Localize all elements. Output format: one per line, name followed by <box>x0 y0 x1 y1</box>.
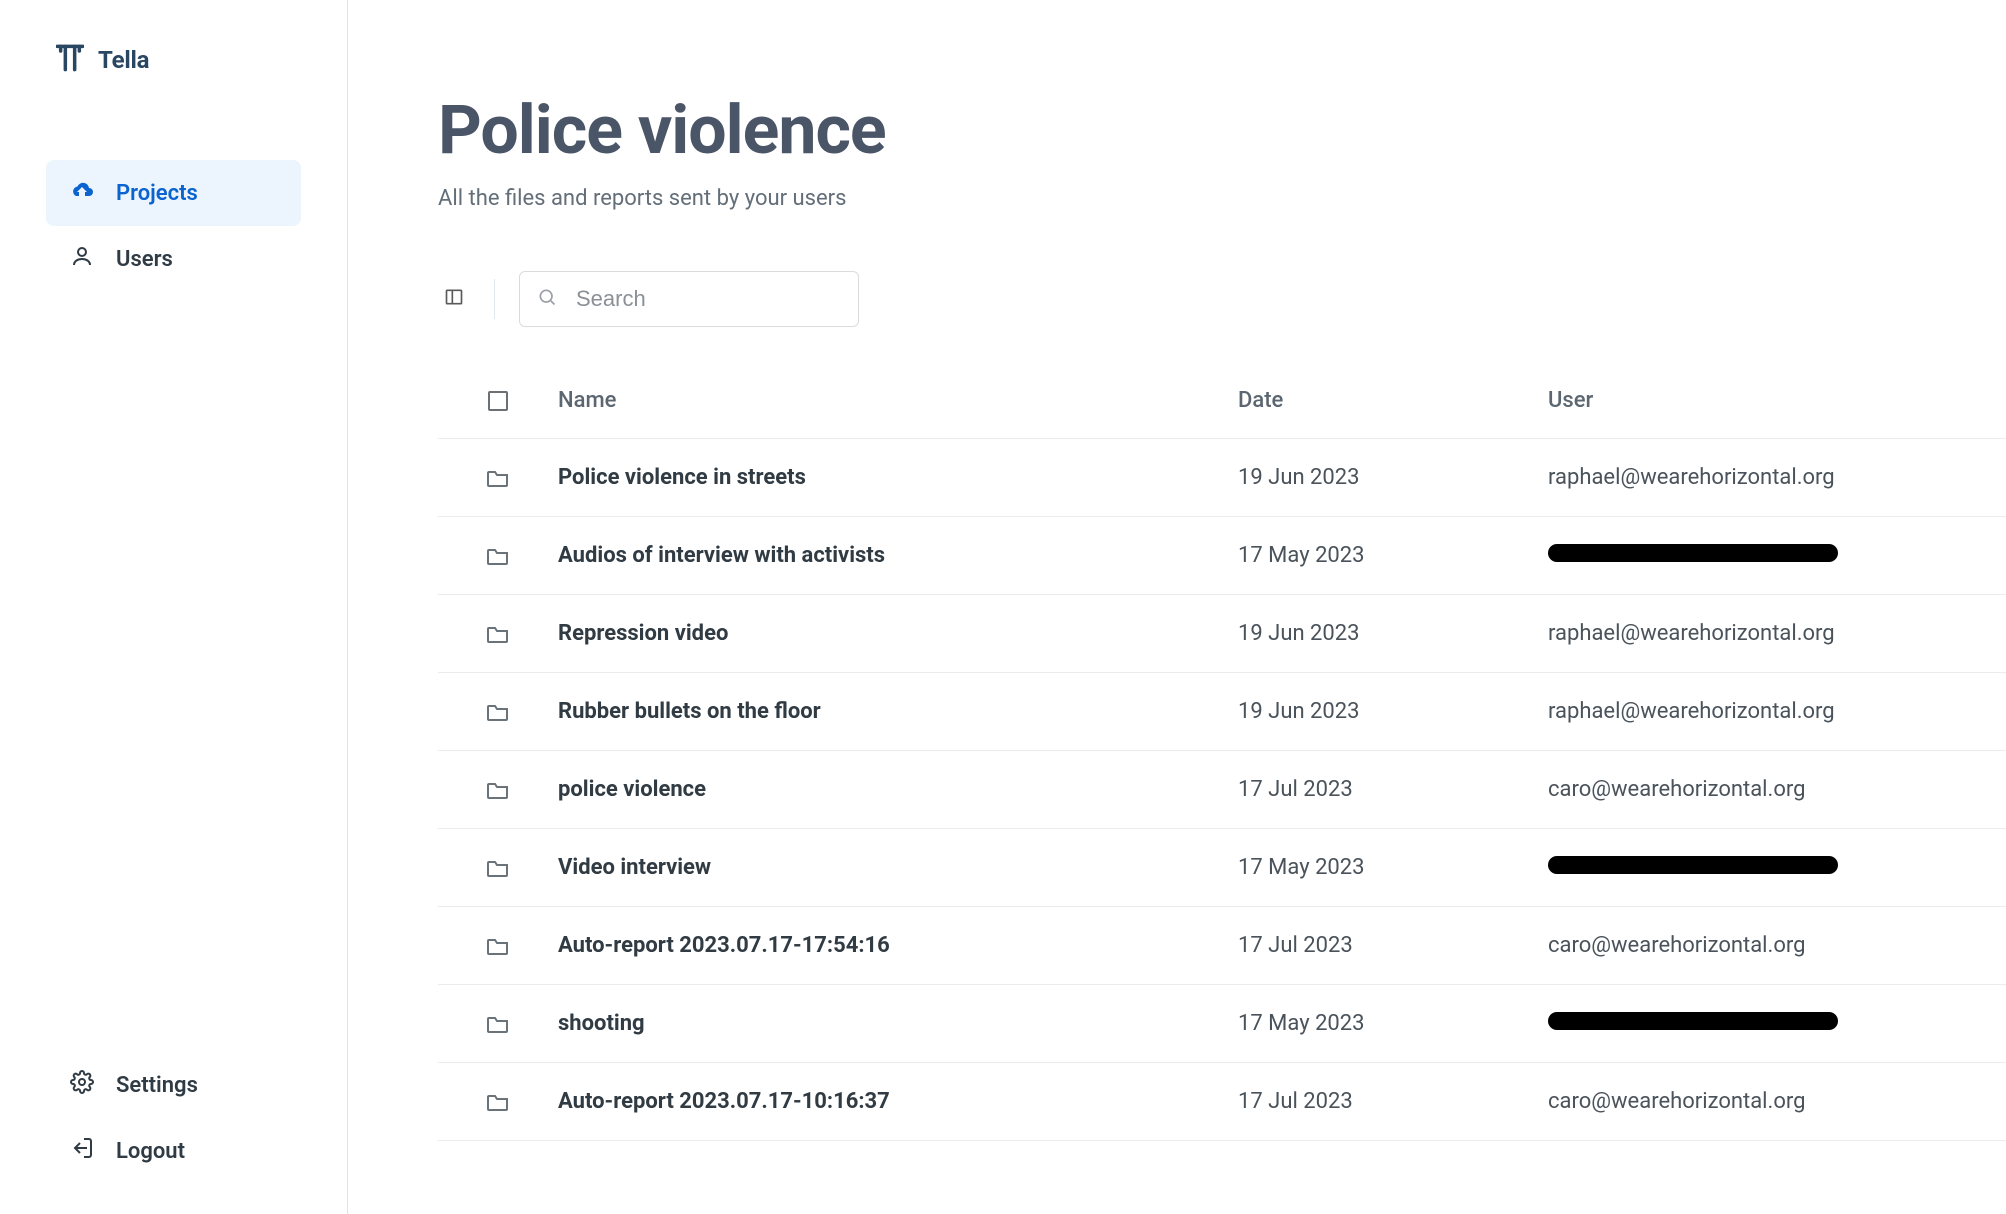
folder-icon <box>438 1092 558 1112</box>
row-date: 17 Jul 2023 <box>1238 777 1548 802</box>
brand: Tella <box>0 40 347 160</box>
cloud-upload-icon <box>70 178 94 208</box>
sidebar-item-label: Logout <box>116 1139 185 1164</box>
row-date: 17 May 2023 <box>1238 1011 1548 1036</box>
table-row[interactable]: Audios of interview with activists17 May… <box>438 517 2006 595</box>
row-user: raphael@wearehorizontal.org <box>1548 621 2006 646</box>
table-header: Name Date User <box>438 363 2006 439</box>
sidebar-item-projects[interactable]: Projects <box>46 160 301 226</box>
main-content: Police violence All the files and report… <box>348 0 2006 1214</box>
gear-icon <box>70 1070 94 1100</box>
sidebar: Tella Projects Users Settings L <box>0 0 348 1214</box>
row-date: 17 Jul 2023 <box>1238 1089 1548 1114</box>
folder-icon <box>438 936 558 956</box>
search-input[interactable] <box>519 271 859 327</box>
row-user: raphael@wearehorizontal.org <box>1548 699 2006 724</box>
folder-icon <box>438 624 558 644</box>
row-date: 19 Jun 2023 <box>1238 621 1548 646</box>
redacted-text <box>1548 544 1838 562</box>
table-row[interactable]: Rubber bullets on the floor19 Jun 2023ra… <box>438 673 2006 751</box>
row-name: Auto-report 2023.07.17-10:16:37 <box>558 1089 1238 1114</box>
folder-icon <box>438 858 558 878</box>
row-name: Rubber bullets on the floor <box>558 699 1238 724</box>
redacted-text <box>1548 856 1838 874</box>
table-row[interactable]: shooting17 May 2023 <box>438 985 2006 1063</box>
sidebar-item-logout[interactable]: Logout <box>46 1118 301 1184</box>
row-date: 19 Jun 2023 <box>1238 699 1548 724</box>
sidebar-item-users[interactable]: Users <box>46 226 301 292</box>
toolbar <box>438 271 2006 327</box>
row-name: Police violence in streets <box>558 465 1238 490</box>
sidebar-item-label: Projects <box>116 181 198 206</box>
search-icon <box>537 287 557 311</box>
nav-bottom: Settings Logout <box>0 1052 347 1184</box>
logout-icon <box>70 1136 94 1166</box>
header-name[interactable]: Name <box>558 388 1238 413</box>
table-body: Police violence in streets19 Jun 2023rap… <box>438 439 2006 1141</box>
redacted-text <box>1548 1012 1838 1030</box>
folder-icon <box>438 546 558 566</box>
toolbar-divider <box>494 279 495 319</box>
row-user: raphael@wearehorizontal.org <box>1548 465 2006 490</box>
row-user <box>1548 1011 2006 1036</box>
row-name: Auto-report 2023.07.17-17:54:16 <box>558 933 1238 958</box>
brand-logo-icon <box>56 40 84 80</box>
row-name: police violence <box>558 777 1238 802</box>
header-user[interactable]: User <box>1548 388 2006 413</box>
row-date: 17 Jul 2023 <box>1238 933 1548 958</box>
row-name: Audios of interview with activists <box>558 543 1238 568</box>
row-user <box>1548 855 2006 880</box>
row-date: 19 Jun 2023 <box>1238 465 1548 490</box>
table-row[interactable]: Police violence in streets19 Jun 2023rap… <box>438 439 2006 517</box>
folder-icon <box>438 780 558 800</box>
folder-icon <box>438 702 558 722</box>
brand-name: Tella <box>98 46 149 74</box>
panel-toggle-button[interactable] <box>438 283 470 315</box>
row-user: caro@wearehorizontal.org <box>1548 777 2006 802</box>
sidebar-item-label: Users <box>116 247 173 272</box>
row-user: caro@wearehorizontal.org <box>1548 933 2006 958</box>
table-row[interactable]: police violence17 Jul 2023caro@wearehori… <box>438 751 2006 829</box>
folder-icon <box>438 1014 558 1034</box>
row-user <box>1548 543 2006 568</box>
folder-icon <box>438 468 558 488</box>
page-title: Police violence <box>438 90 2006 170</box>
file-table: Name Date User Police violence in street… <box>438 363 2006 1141</box>
row-name: Video interview <box>558 855 1238 880</box>
table-row[interactable]: Video interview17 May 2023 <box>438 829 2006 907</box>
row-name: shooting <box>558 1011 1238 1036</box>
row-name: Repression video <box>558 621 1238 646</box>
nav-main: Projects Users <box>0 160 347 292</box>
row-user: caro@wearehorizontal.org <box>1548 1089 2006 1114</box>
sidebar-item-settings[interactable]: Settings <box>46 1052 301 1118</box>
row-date: 17 May 2023 <box>1238 543 1548 568</box>
user-icon <box>70 244 94 274</box>
table-row[interactable]: Repression video19 Jun 2023raphael@weare… <box>438 595 2006 673</box>
select-all-checkbox[interactable] <box>488 391 508 411</box>
table-row[interactable]: Auto-report 2023.07.17-17:54:1617 Jul 20… <box>438 907 2006 985</box>
page-subtitle: All the files and reports sent by your u… <box>438 186 2006 211</box>
search-wrapper <box>519 271 859 327</box>
header-date[interactable]: Date <box>1238 388 1548 413</box>
sidebar-item-label: Settings <box>116 1073 198 1098</box>
panel-icon <box>444 287 464 311</box>
row-date: 17 May 2023 <box>1238 855 1548 880</box>
table-row[interactable]: Auto-report 2023.07.17-10:16:3717 Jul 20… <box>438 1063 2006 1141</box>
